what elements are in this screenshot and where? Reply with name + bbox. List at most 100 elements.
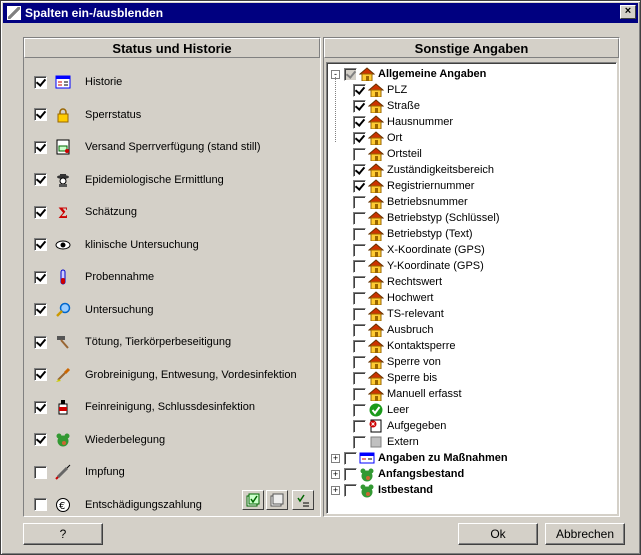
- tree-group-row[interactable]: + Angaben zu Maßnahmen: [331, 450, 508, 466]
- tree-item-row[interactable]: Zuständigkeitsbereich: [349, 162, 494, 178]
- tree-item-row[interactable]: Hausnummer: [349, 114, 453, 130]
- uncheck-all-button[interactable]: [266, 490, 288, 510]
- tree-item-checkbox[interactable]: [353, 179, 366, 193]
- ok-button[interactable]: Ok: [458, 523, 538, 545]
- status-item-row[interactable]: Feinreinigung, Schlussdesinfektion: [34, 397, 255, 417]
- status-item-checkbox[interactable]: [34, 238, 47, 251]
- tree-item-checkbox[interactable]: [353, 211, 366, 225]
- tree-group-row[interactable]: + Anfangsbestand: [331, 466, 464, 482]
- status-item-checkbox[interactable]: [34, 173, 47, 186]
- status-item-row[interactable]: Σ Schätzung: [34, 202, 137, 222]
- tree-item-row[interactable]: PLZ: [349, 82, 407, 98]
- tree-item-checkbox[interactable]: [353, 339, 366, 353]
- tree-item-row[interactable]: Kontaktsperre: [349, 338, 455, 354]
- close-button[interactable]: ×: [620, 5, 636, 19]
- tree-item-row[interactable]: Betriebstyp (Text): [349, 226, 473, 242]
- tree-item-checkbox[interactable]: [353, 147, 366, 161]
- status-item-checkbox[interactable]: [34, 303, 47, 316]
- tree-item-row[interactable]: Aufgegeben: [349, 418, 446, 434]
- tree-item-checkbox[interactable]: [353, 419, 366, 433]
- tree-item-row[interactable]: Betriebsnummer: [349, 194, 468, 210]
- tree-item-row[interactable]: Ort: [349, 130, 402, 146]
- tree-item-row[interactable]: Rechtswert: [349, 274, 442, 290]
- tree-item-checkbox[interactable]: [353, 259, 366, 273]
- expand-toggle[interactable]: +: [331, 453, 340, 463]
- status-item-row[interactable]: Grobreinigung, Entwesung, Vordesinfektio…: [34, 365, 297, 385]
- status-item-checkbox[interactable]: [34, 400, 47, 414]
- tree-item-row[interactable]: TS-relevant: [349, 306, 444, 322]
- status-item-label: Versand Sperrverfügung (stand still): [85, 141, 261, 153]
- tree-item-checkbox[interactable]: [353, 227, 366, 241]
- status-item-checkbox[interactable]: [34, 433, 47, 446]
- status-item-checkbox[interactable]: [34, 270, 47, 284]
- magnifier-icon: [55, 302, 71, 318]
- status-item-row[interactable]: € Entschädigungszahlung: [34, 495, 202, 515]
- tree-item-checkbox[interactable]: [353, 387, 366, 401]
- status-item-checkbox[interactable]: [34, 335, 47, 349]
- tree-item-row[interactable]: X-Koordinate (GPS): [349, 242, 485, 258]
- tree-item-checkbox[interactable]: [353, 403, 366, 417]
- tree-item-checkbox[interactable]: [353, 243, 366, 257]
- cancel-button[interactable]: Abbrechen: [545, 523, 625, 545]
- status-item-label: Schätzung: [85, 206, 137, 218]
- tree-item-checkbox[interactable]: [353, 99, 366, 113]
- status-item-checkbox[interactable]: [34, 368, 47, 381]
- tree-item-checkbox[interactable]: [353, 115, 366, 129]
- tree-root-general[interactable]: - Allgemeine Angaben: [331, 66, 486, 82]
- tree-item-checkbox[interactable]: [344, 451, 357, 465]
- status-item-row[interactable]: Historie: [34, 72, 122, 92]
- tree-item-row[interactable]: Extern: [349, 434, 419, 450]
- tree-item-row[interactable]: Straße: [349, 98, 420, 114]
- status-item-row[interactable]: Wiederbelegung: [34, 430, 165, 450]
- status-item-row[interactable]: Versand Sperrverfügung (stand still): [34, 137, 260, 157]
- tree-group-row[interactable]: + Istbestand: [331, 482, 433, 498]
- status-item-row[interactable]: Epidemiologische Ermittlung: [34, 170, 224, 190]
- help-button[interactable]: ?: [23, 523, 103, 545]
- status-item-row[interactable]: Sperrstatus: [34, 105, 141, 125]
- tree-item-row[interactable]: Sperre bis: [349, 370, 437, 386]
- tree-item-label: Ortsteil: [387, 148, 422, 160]
- tree-item-row[interactable]: Betriebstyp (Schlüssel): [349, 210, 500, 226]
- tree-item-checkbox[interactable]: [353, 307, 366, 321]
- tree-item-checkbox[interactable]: [344, 467, 357, 481]
- tree-item-checkbox[interactable]: [353, 83, 366, 97]
- tree-item-row[interactable]: Y-Koordinate (GPS): [349, 258, 484, 274]
- tree-item-row[interactable]: Manuell erfasst: [349, 386, 462, 402]
- tree-item-checkbox[interactable]: [344, 483, 357, 497]
- status-item-checkbox[interactable]: [34, 75, 47, 89]
- tree-item-checkbox[interactable]: [353, 195, 366, 209]
- expand-toggle[interactable]: +: [331, 485, 340, 495]
- check-all-button[interactable]: [242, 490, 264, 510]
- status-item-checkbox[interactable]: [34, 498, 47, 511]
- invert-selection-button[interactable]: [292, 490, 314, 510]
- other-info-tree[interactable]: - Allgemeine Angaben PLZ Straße Hausnummer Or…: [326, 62, 617, 514]
- tree-item-checkbox[interactable]: [353, 435, 366, 449]
- tree-item-row[interactable]: Registriernummer: [349, 178, 474, 194]
- tree-item-checkbox[interactable]: [353, 355, 366, 369]
- status-item-row[interactable]: Probennahme: [34, 267, 154, 287]
- house-icon: [367, 243, 385, 258]
- tree-item-row[interactable]: Hochwert: [349, 290, 433, 306]
- status-item-checkbox[interactable]: [34, 108, 47, 121]
- tree-item-checkbox[interactable]: [353, 371, 366, 385]
- tree-item-label: Istbestand: [378, 484, 434, 496]
- tree-item-checkbox[interactable]: [353, 275, 366, 289]
- expand-toggle[interactable]: +: [331, 469, 340, 479]
- status-item-row[interactable]: Impfung: [34, 462, 125, 482]
- status-item-checkbox[interactable]: [34, 140, 47, 154]
- tree-item-checkbox[interactable]: [353, 291, 366, 305]
- tree-item-row[interactable]: Ortsteil: [349, 146, 422, 162]
- tree-item-row[interactable]: Sperre von: [349, 354, 441, 370]
- tree-item-row[interactable]: Leer: [349, 402, 409, 418]
- tree-item-checkbox[interactable]: [344, 67, 357, 81]
- tree-item-label: Betriebsnummer: [387, 196, 468, 208]
- tree-item-checkbox[interactable]: [353, 131, 366, 145]
- status-item-checkbox[interactable]: [34, 205, 47, 219]
- tree-item-checkbox[interactable]: [353, 163, 366, 177]
- tree-item-row[interactable]: Ausbruch: [349, 322, 433, 338]
- status-item-row[interactable]: Tötung, Tierkörperbeseitigung: [34, 332, 231, 352]
- status-item-row[interactable]: Untersuchung: [34, 300, 154, 320]
- status-item-checkbox[interactable]: [34, 465, 47, 479]
- tree-item-checkbox[interactable]: [353, 323, 366, 337]
- status-item-row[interactable]: klinische Untersuchung: [34, 235, 199, 255]
